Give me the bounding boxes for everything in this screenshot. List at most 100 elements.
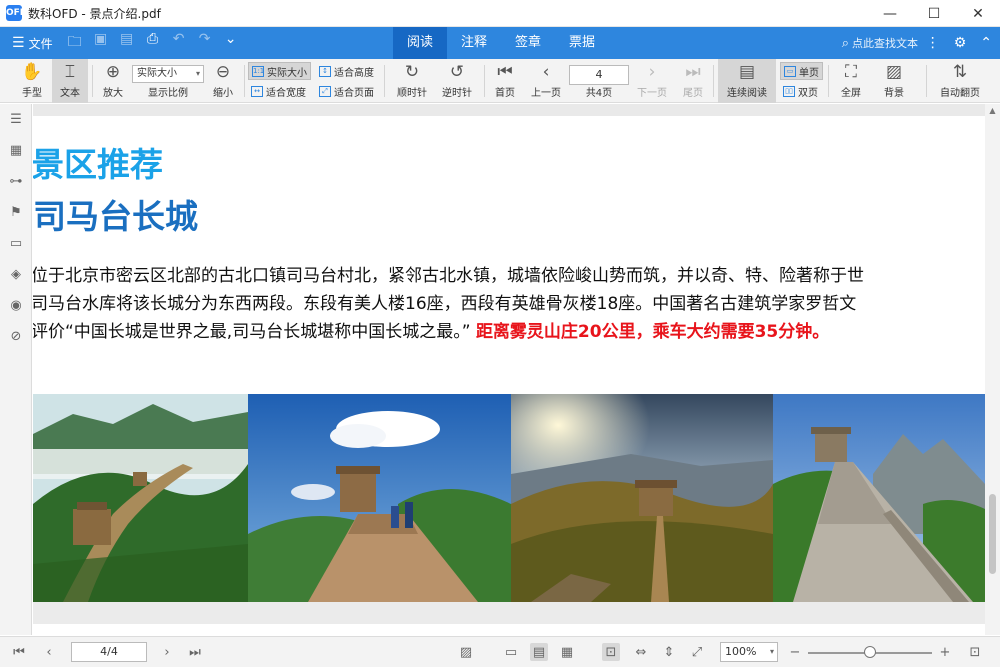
actual-size-icon[interactable]: ⊡ <box>602 643 620 661</box>
rotate-counterclockwise-icon: ↺ <box>449 62 465 82</box>
next-page-button[interactable]: › 下一页 <box>633 59 671 103</box>
structure-tree-icon[interactable]: ⊶ <box>0 166 32 197</box>
chevron-left-icon: ‹ <box>542 62 550 82</box>
single-page-view-icon[interactable]: ▭ <box>502 643 520 661</box>
undo-icon[interactable]: ↶ <box>171 31 187 55</box>
toolbar-divider <box>484 65 485 97</box>
single-page-button[interactable]: ▭ 单页 <box>780 62 823 80</box>
single-page-label: 单页 <box>799 67 819 79</box>
more-options-icon[interactable]: ⋮ <box>926 35 940 51</box>
vertical-scrollbar[interactable]: ▲ <box>985 104 1000 635</box>
print-icon[interactable]: ⎙ <box>145 31 161 55</box>
tab-annotate[interactable]: 注释 <box>447 27 501 59</box>
fit-height-button[interactable]: ↕ 适合高度 <box>316 62 377 80</box>
total-pages-label: 共4页 <box>585 88 613 99</box>
section-heading: 景区推荐 <box>33 145 163 184</box>
zoom-level-select[interactable]: 100% ▾ <box>720 642 778 662</box>
fit-screen-icon[interactable]: ⊡ <box>966 643 984 661</box>
close-button[interactable]: ✕ <box>956 0 1000 27</box>
fit-height-icon[interactable]: ⇕ <box>660 643 678 661</box>
zoom-out-icon: ⊖ <box>215 62 231 82</box>
great-wall-photo-2 <box>248 394 511 602</box>
toolbar-divider <box>713 65 714 97</box>
save-as-icon[interactable]: ▤ <box>119 31 135 55</box>
first-page-icon: ⏮ <box>497 62 513 82</box>
page-indicator-input[interactable]: 4/4 <box>71 642 147 662</box>
customize-dropdown-icon[interactable]: ⌄ <box>223 31 239 55</box>
zoom-in-icon[interactable]: + <box>936 643 954 661</box>
last-page-button[interactable]: ⏭ 尾页 <box>678 59 708 103</box>
continuous-view-icon[interactable]: ▤ <box>530 643 548 661</box>
zoom-slider-knob[interactable] <box>864 646 876 658</box>
maximize-button[interactable]: ☐ <box>912 0 956 27</box>
chevron-right-icon[interactable]: › <box>158 643 176 661</box>
rotate-clockwise-button[interactable]: ↻ 顺时针 <box>392 59 432 103</box>
file-menu-button[interactable]: ☰ 文件 <box>12 35 53 52</box>
zoom-out-icon[interactable]: − <box>786 643 804 661</box>
last-page-icon[interactable]: ⏭ <box>186 643 204 661</box>
continuous-reading-icon: ▤ <box>738 62 756 82</box>
settings-gear-icon[interactable]: ⚙ <box>954 35 967 51</box>
continuous-reading-button[interactable]: ▤ 连续阅读 <box>718 59 776 103</box>
fit-page-icon[interactable]: ⤢ <box>688 643 706 661</box>
zoom-in-button[interactable]: ⊕ 放大 <box>96 59 130 103</box>
outline-icon[interactable]: ☰ <box>0 104 32 135</box>
tab-signature[interactable]: 签章 <box>501 27 555 59</box>
save-icon[interactable]: ▣ <box>93 31 109 55</box>
comment-icon[interactable]: ▭ <box>0 228 32 259</box>
auto-flip-button[interactable]: ⇅ 自动翻页 <box>936 59 984 103</box>
tab-invoice[interactable]: 票据 <box>555 27 609 59</box>
status-bar: ⏮ ‹ 4/4 › ⏭ ▨ ▭ ▤ ▦ ⊡ ⇔ ⇕ ⤢ 100% ▾ − + ⊡ <box>0 636 1000 667</box>
text-select-icon: ⌶ <box>64 62 76 82</box>
redo-icon[interactable]: ↷ <box>197 31 213 55</box>
toolbar-divider <box>926 65 927 97</box>
toolbar-divider <box>244 65 245 97</box>
description-line-3: 评价“中国长城是世界之最,司马台长城堪称中国长城之最。” 距离雾灵山庄20公里，… <box>33 318 985 346</box>
fit-width-button[interactable]: ↔ 适合宽度 <box>248 82 309 100</box>
menu-bar: ☰ 文件 🗀 ▣ ▤ ⎙ ↶ ↷ ⌄ 阅读 注释 签章 票据 ⌕ 点此查找文本 … <box>0 27 1000 59</box>
bookmark-icon[interactable]: ⚑ <box>0 197 32 228</box>
scroll-up-icon[interactable]: ▲ <box>985 104 1000 118</box>
double-page-button[interactable]: ▯▯ 双页 <box>780 82 821 100</box>
fullscreen-button[interactable]: ⛶ 全屏 <box>834 59 868 103</box>
first-page-label: 首页 <box>495 88 515 99</box>
first-page-button[interactable]: ⏮ 首页 <box>490 59 520 103</box>
search-placeholder: 点此查找文本 <box>852 37 918 50</box>
hand-tool-button[interactable]: ✋ 手型 <box>14 59 50 103</box>
fit-width-icon[interactable]: ⇔ <box>632 643 650 661</box>
open-folder-icon[interactable]: 🗀 <box>67 31 83 55</box>
title-bar: OFD 数科OFD - 景点介绍.pdf — ☐ ✕ <box>0 0 1000 27</box>
layers-icon[interactable]: ◈ <box>0 259 32 290</box>
background-button[interactable]: ▨ 背景 <box>874 59 914 103</box>
next-page-label: 下一页 <box>637 88 667 99</box>
fullscreen-icon: ⛶ <box>845 62 857 82</box>
attraction-description: 位于北京市密云区北部的古北口镇司马台村北，紧邻古北水镇，城墙依险峻山势而筑，并以… <box>33 262 985 346</box>
zoom-level-value: 100% <box>725 645 757 658</box>
attachment-icon[interactable]: ⊘ <box>0 321 32 352</box>
rotate-counterclockwise-button[interactable]: ↺ 逆时针 <box>437 59 477 103</box>
zoom-out-button[interactable]: ⊖ 缩小 <box>206 59 240 103</box>
fit-page-button[interactable]: ⤢ 适合页面 <box>316 82 377 100</box>
rotate-counterclockwise-label: 逆时针 <box>442 88 472 99</box>
display-ratio-label-area: 显示比例 <box>138 59 198 103</box>
first-page-icon[interactable]: ⏮ <box>10 643 28 661</box>
tab-read[interactable]: 阅读 <box>393 27 448 59</box>
actual-size-button[interactable]: 1:1 实际大小 <box>248 62 311 80</box>
search-input[interactable]: ⌕ 点此查找文本 <box>842 27 918 59</box>
distance-highlight: 距离雾灵山庄20公里，乘车大约需要35分钟。 <box>475 322 830 342</box>
prev-page-button[interactable]: ‹ 上一页 <box>527 59 565 103</box>
double-page-view-icon[interactable]: ▦ <box>558 643 576 661</box>
vertical-scrollbar-thumb[interactable] <box>989 494 996 574</box>
minimize-button[interactable]: — <box>868 0 912 27</box>
zoom-out-label: 缩小 <box>213 88 233 99</box>
text-tool-button[interactable]: ⌶ 文本 <box>52 59 88 103</box>
chevron-left-icon[interactable]: ‹ <box>40 643 58 661</box>
seal-icon[interactable]: ◉ <box>0 290 32 321</box>
background-color-icon[interactable]: ▨ <box>454 643 478 661</box>
collapse-ribbon-icon[interactable]: ⌃ <box>980 35 992 51</box>
last-page-label: 尾页 <box>683 88 703 99</box>
document-view[interactable]: 景区推荐 司马台长城 位于北京市密云区北部的古北口镇司马台村北，紧邻古北水镇，城… <box>33 104 985 624</box>
great-wall-photo-3 <box>511 394 773 602</box>
chevron-down-icon: ▾ <box>769 647 774 656</box>
thumbnail-icon[interactable]: ▦ <box>0 135 32 166</box>
